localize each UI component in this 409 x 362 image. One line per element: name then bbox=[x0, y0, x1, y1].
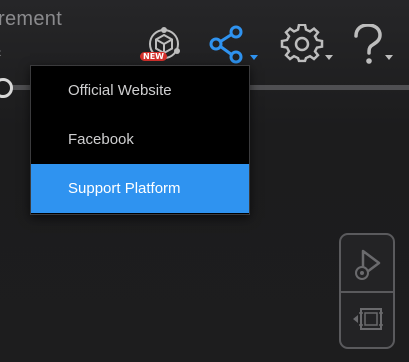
collapse-frame-icon bbox=[353, 308, 383, 330]
scan-new-button[interactable]: NEW bbox=[140, 26, 188, 66]
chevron-left-icon[interactable]: ‹ bbox=[0, 44, 2, 60]
help-button[interactable] bbox=[350, 23, 400, 66]
play-settings-icon bbox=[355, 249, 381, 280]
app-window: rement ‹ NEW bbox=[0, 0, 409, 362]
share-dropdown-menu: Official Website Facebook Support Platfo… bbox=[30, 65, 250, 215]
menu-item-support-platform[interactable]: Support Platform bbox=[31, 164, 249, 213]
page-title: rement bbox=[0, 8, 63, 30]
share-button[interactable] bbox=[206, 24, 262, 66]
collapse-frame-button[interactable] bbox=[347, 299, 389, 341]
slider-handle[interactable] bbox=[0, 78, 13, 98]
help-icon bbox=[354, 23, 393, 64]
gear-icon bbox=[280, 23, 333, 63]
play-settings-button[interactable] bbox=[347, 243, 389, 285]
panel-divider bbox=[341, 291, 393, 293]
side-tool-panel bbox=[339, 233, 395, 349]
share-icon bbox=[209, 25, 258, 64]
menu-item-facebook[interactable]: Facebook bbox=[31, 115, 249, 164]
menu-item-official-website[interactable]: Official Website bbox=[31, 66, 249, 115]
settings-button[interactable] bbox=[280, 23, 336, 66]
new-badge: NEW bbox=[140, 52, 167, 61]
